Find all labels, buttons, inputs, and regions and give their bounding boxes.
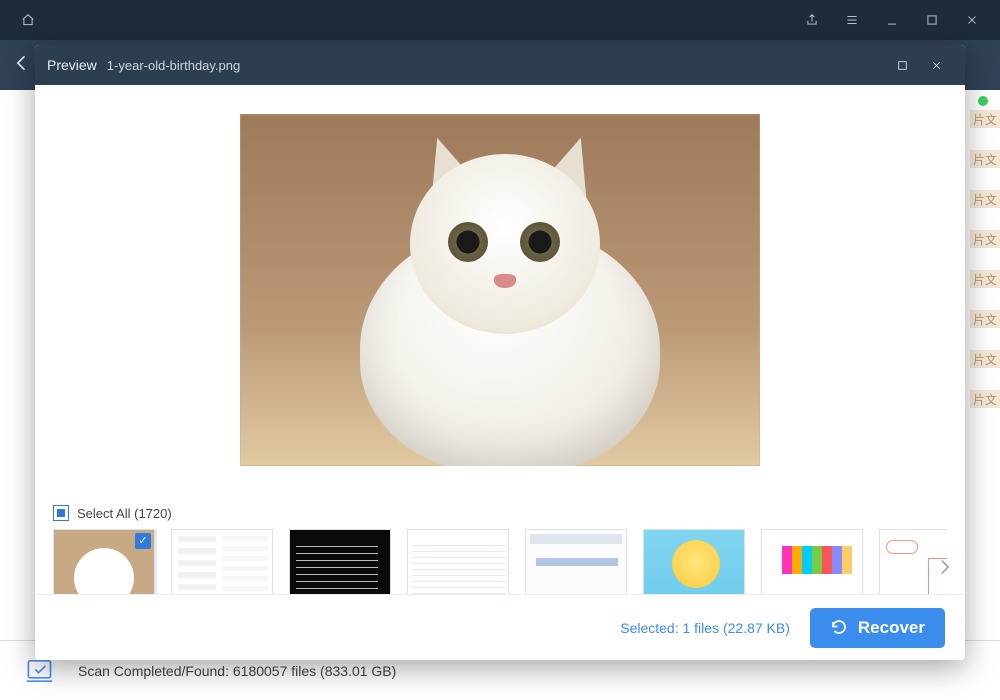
select-all-checkbox[interactable]: [53, 505, 69, 521]
modal-title: Preview: [47, 57, 97, 73]
thumb-checkbox[interactable]: [489, 533, 505, 549]
preview-image[interactable]: [240, 114, 760, 466]
thumbnail[interactable]: [407, 529, 509, 603]
thumbnails: [53, 529, 947, 603]
thumb-checkbox[interactable]: [843, 533, 859, 549]
modal-footer: Selected: 1 files (22.87 KB) Recover: [35, 594, 965, 660]
thumb-checkbox[interactable]: [135, 533, 151, 549]
thumbnail[interactable]: [761, 529, 863, 603]
thumbnail[interactable]: [525, 529, 627, 603]
recover-label: Recover: [858, 618, 925, 638]
thumb-checkbox[interactable]: [607, 533, 623, 549]
modal-titlebar: Preview 1-year-old-birthday.png: [35, 45, 965, 85]
recover-icon: [830, 619, 848, 637]
thumb-checkbox[interactable]: [253, 533, 269, 549]
select-all-row[interactable]: Select All (1720): [53, 505, 947, 521]
thumb-checkbox[interactable]: [725, 533, 741, 549]
recover-button[interactable]: Recover: [810, 608, 945, 648]
thumbnail[interactable]: [171, 529, 273, 603]
select-all-label: Select All (1720): [77, 506, 172, 521]
thumb-checkbox[interactable]: [371, 533, 387, 549]
selected-summary: Selected: 1 files (22.87 KB): [620, 620, 790, 636]
thumbs-next-icon[interactable]: [935, 553, 955, 581]
modal-close-icon[interactable]: [919, 45, 953, 85]
modal-maximize-icon[interactable]: [885, 45, 919, 85]
thumbnail[interactable]: [53, 529, 155, 603]
preview-modal: Preview 1-year-old-birthday.png Select A…: [35, 45, 965, 660]
thumbnail[interactable]: [643, 529, 745, 603]
modal-filename: 1-year-old-birthday.png: [107, 58, 240, 73]
thumbnail[interactable]: [289, 529, 391, 603]
preview-stage: [35, 85, 965, 495]
